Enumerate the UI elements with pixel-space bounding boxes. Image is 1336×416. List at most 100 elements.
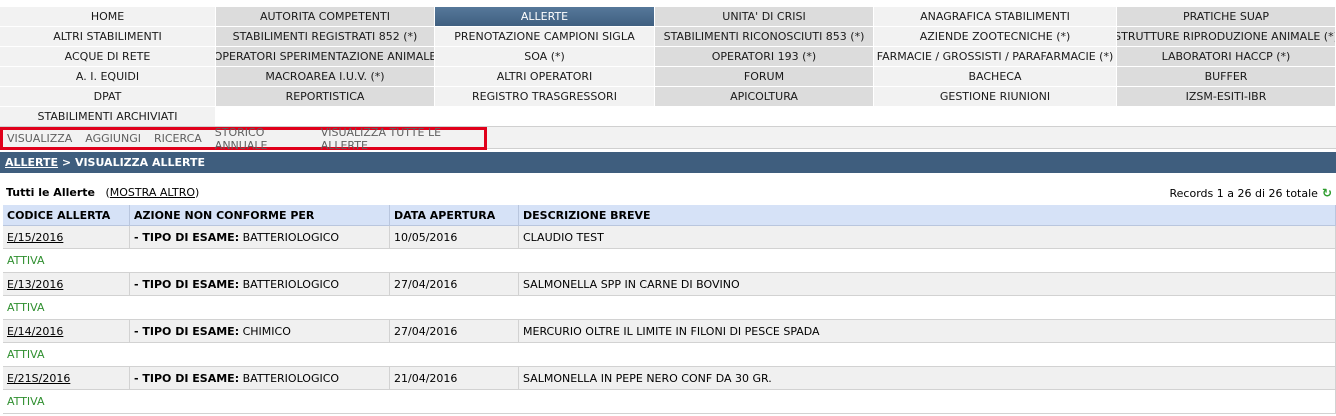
nav-item[interactable]: PRATICHE SUAP — [1117, 7, 1335, 26]
sub-nav-bar: VISUALIZZA AGGIUNGI RICERCA STORICO ANNU… — [0, 126, 1336, 152]
nav-item[interactable]: BACHECA — [874, 67, 1116, 86]
nav-item[interactable]: MACROAREA I.U.V. (*) — [216, 67, 434, 86]
cell-code: E/15/2016 — [3, 225, 130, 249]
nav-row: ALTRI STABILIMENTI STABILIMENTI REGISTRAT… — [0, 27, 1336, 47]
nav-item[interactable]: ALLERTE — [435, 7, 654, 26]
nav-item[interactable]: PRENOTAZIONE CAMPIONI SIGLA — [435, 27, 654, 46]
more-open-paren: ( — [98, 186, 110, 199]
action-prefix: - TIPO DI ESAME: — [134, 371, 240, 385]
table-row: E/15/2016 - TIPO DI ESAME: BATTERIOLOGICO… — [3, 225, 1336, 249]
status-badge: ATTIVA — [3, 389, 1336, 414]
breadcrumb: ALLERTE > VISUALIZZA ALLERTE — [0, 152, 1336, 173]
action-prefix: - TIPO DI ESAME: — [134, 277, 240, 291]
status-row: ATTIVA — [3, 295, 1336, 320]
alert-code-link[interactable]: E/21S/2016 — [7, 372, 70, 385]
nav-item[interactable]: AUTORITA COMPETENTI — [216, 7, 434, 26]
alert-code-link[interactable]: E/14/2016 — [7, 325, 63, 338]
mostra-altro-link[interactable]: MOSTRA ALTRO — [110, 186, 195, 199]
cell-date: 27/04/2016 — [389, 319, 519, 343]
header-codice-allerta[interactable]: CODICE ALLERTA — [3, 205, 130, 226]
status-badge: ATTIVA — [3, 342, 1336, 367]
nav-row: A. I. EQUIDI MACROAREA I.U.V. (*) ALTRI OP… — [0, 67, 1336, 87]
header-descrizione[interactable]: DESCRIZIONE BREVE — [518, 205, 1336, 226]
cell-description: SALMONELLA IN PEPE NERO CONF DA 30 GR. — [518, 366, 1336, 390]
cell-description: SALMONELLA SPP IN CARNE DI BOVINO — [518, 272, 1336, 296]
nav-item[interactable]: STABILIMENTI REGISTRATI 852 (*) — [216, 27, 434, 46]
nav-item[interactable]: IZSM-ESITI-IBR — [1117, 87, 1335, 106]
subnav-storico-annuale[interactable]: STORICO ANNUALE — [215, 126, 308, 152]
header-azione[interactable]: AZIONE NON CONFORME PER — [129, 205, 390, 226]
cell-code: E/14/2016 — [3, 319, 130, 343]
cell-action: - TIPO DI ESAME: BATTERIOLOGICO — [129, 272, 390, 296]
action-prefix: - TIPO DI ESAME: — [134, 324, 240, 338]
breadcrumb-current: VISUALIZZA ALLERTE — [74, 156, 206, 169]
nav-item[interactable]: FORUM — [655, 67, 873, 86]
exam-type: CHIMICO — [242, 324, 291, 338]
records-info: Records 1 a 26 di 26 totale ↻ — [1170, 186, 1332, 200]
records-count: Records 1 a 26 di 26 totale — [1169, 186, 1318, 200]
nav-item[interactable]: REPORTISTICA — [216, 87, 434, 106]
status-badge: ATTIVA — [3, 295, 1336, 320]
refresh-icon[interactable]: ↻ — [1322, 186, 1332, 200]
cell-date: 21/04/2016 — [389, 366, 519, 390]
action-prefix: - TIPO DI ESAME: — [134, 230, 240, 244]
nav-item[interactable]: APICOLTURA — [655, 87, 873, 106]
status-row: ATTIVA — [3, 389, 1336, 414]
alert-code-link[interactable]: E/15/2016 — [7, 231, 63, 244]
cell-code: E/13/2016 — [3, 272, 130, 296]
main-nav: HOME AUTORITA COMPETENTI ALLERTE UNITA' DI … — [0, 7, 1336, 127]
subnav-visualizza[interactable]: VISUALIZZA — [7, 132, 72, 145]
nav-item[interactable]: ACQUE DI RETE — [0, 47, 215, 66]
nav-row: ACQUE DI RETE OPERATORI SPERIMENTAZIONE A… — [0, 47, 1336, 67]
nav-item[interactable]: OPERATORI SPERIMENTAZIONE ANIMALE — [216, 47, 434, 66]
nav-row: DPAT REPORTISTICA REGISTRO TRASGRESSORI API… — [0, 87, 1336, 107]
nav-item[interactable]: BUFFER — [1117, 67, 1335, 86]
cell-description: CLAUDIO TEST — [518, 225, 1336, 249]
subnav-visualizza-tutte[interactable]: VISUALIZZA TUTTE LE ALLERTE — [321, 126, 471, 152]
table-header-row: CODICE ALLERTA AZIONE NON CONFORME PER D… — [3, 205, 1336, 226]
cell-code: E/21S/2016 — [3, 366, 130, 390]
sub-nav-highlight: VISUALIZZA AGGIUNGI RICERCA STORICO ANNU… — [0, 126, 487, 152]
status-row: ATTIVA — [3, 248, 1336, 273]
list-header: Tutti le Allerte (MOSTRA ALTRO) Records … — [6, 186, 1332, 200]
nav-item[interactable]: AZIENDE ZOOTECNICHE (*) — [874, 27, 1116, 46]
nav-item[interactable]: STABILIMENTI ARCHIVIATI — [0, 107, 215, 126]
nav-item[interactable]: SOA (*) — [435, 47, 654, 66]
nav-item[interactable]: STABILIMENTI RICONOSCIUTI 853 (*) — [655, 27, 873, 46]
nav-item[interactable]: DPAT — [0, 87, 215, 106]
alert-code-link[interactable]: E/13/2016 — [7, 278, 63, 291]
nav-item[interactable]: ALTRI STABILIMENTI — [0, 27, 215, 46]
table-row: E/21S/2016 - TIPO DI ESAME: BATTERIOLOGIC… — [3, 366, 1336, 390]
nav-item[interactable]: ALTRI OPERATORI — [435, 67, 654, 86]
breadcrumb-separator: > — [58, 156, 75, 169]
exam-type: BATTERIOLOGICO — [242, 230, 340, 244]
breadcrumb-link-allerte[interactable]: ALLERTE — [5, 156, 58, 169]
cell-action: - TIPO DI ESAME: BATTERIOLOGICO — [129, 366, 390, 390]
nav-item[interactable]: LABORATORI HACCP (*) — [1117, 47, 1335, 66]
nav-item[interactable]: HOME — [0, 7, 215, 26]
alerts-table: CODICE ALLERTA AZIONE NON CONFORME PER D… — [3, 205, 1336, 414]
cell-action: - TIPO DI ESAME: BATTERIOLOGICO — [129, 225, 390, 249]
nav-item[interactable]: FARMACIE / GROSSISTI / PARAFARMACIE (*) — [874, 47, 1116, 66]
nav-row: HOME AUTORITA COMPETENTI ALLERTE UNITA' DI … — [0, 7, 1336, 27]
nav-item[interactable]: GESTIONE RIUNIONI — [874, 87, 1116, 106]
nav-item[interactable]: ANAGRAFICA STABILIMENTI — [874, 7, 1116, 26]
nav-item[interactable]: A. I. EQUIDI — [0, 67, 215, 86]
more-close-paren: ) — [195, 186, 200, 199]
cell-date: 10/05/2016 — [389, 225, 519, 249]
header-data-apertura[interactable]: DATA APERTURA — [389, 205, 519, 226]
status-badge: ATTIVA — [3, 248, 1336, 273]
list-title: Tutti le Allerte — [6, 186, 95, 199]
table-row: E/14/2016 - TIPO DI ESAME: CHIMICO 27/04/2… — [3, 319, 1336, 343]
cell-description: MERCURIO OLTRE IL LIMITE IN FILONI DI PE… — [518, 319, 1336, 343]
cell-date: 27/04/2016 — [389, 272, 519, 296]
subnav-aggiungi[interactable]: AGGIUNGI — [85, 132, 141, 145]
nav-item[interactable]: STRUTTURE RIPRODUZIONE ANIMALE (*) — [1117, 27, 1335, 46]
nav-row: STABILIMENTI ARCHIVIATI — [0, 107, 1336, 127]
exam-type: BATTERIOLOGICO — [242, 371, 340, 385]
nav-item[interactable]: REGISTRO TRASGRESSORI — [435, 87, 654, 106]
nav-item[interactable]: OPERATORI 193 (*) — [655, 47, 873, 66]
nav-item[interactable]: UNITA' DI CRISI — [655, 7, 873, 26]
subnav-ricerca[interactable]: RICERCA — [154, 132, 202, 145]
table-row: E/13/2016 - TIPO DI ESAME: BATTERIOLOGICO… — [3, 272, 1336, 296]
